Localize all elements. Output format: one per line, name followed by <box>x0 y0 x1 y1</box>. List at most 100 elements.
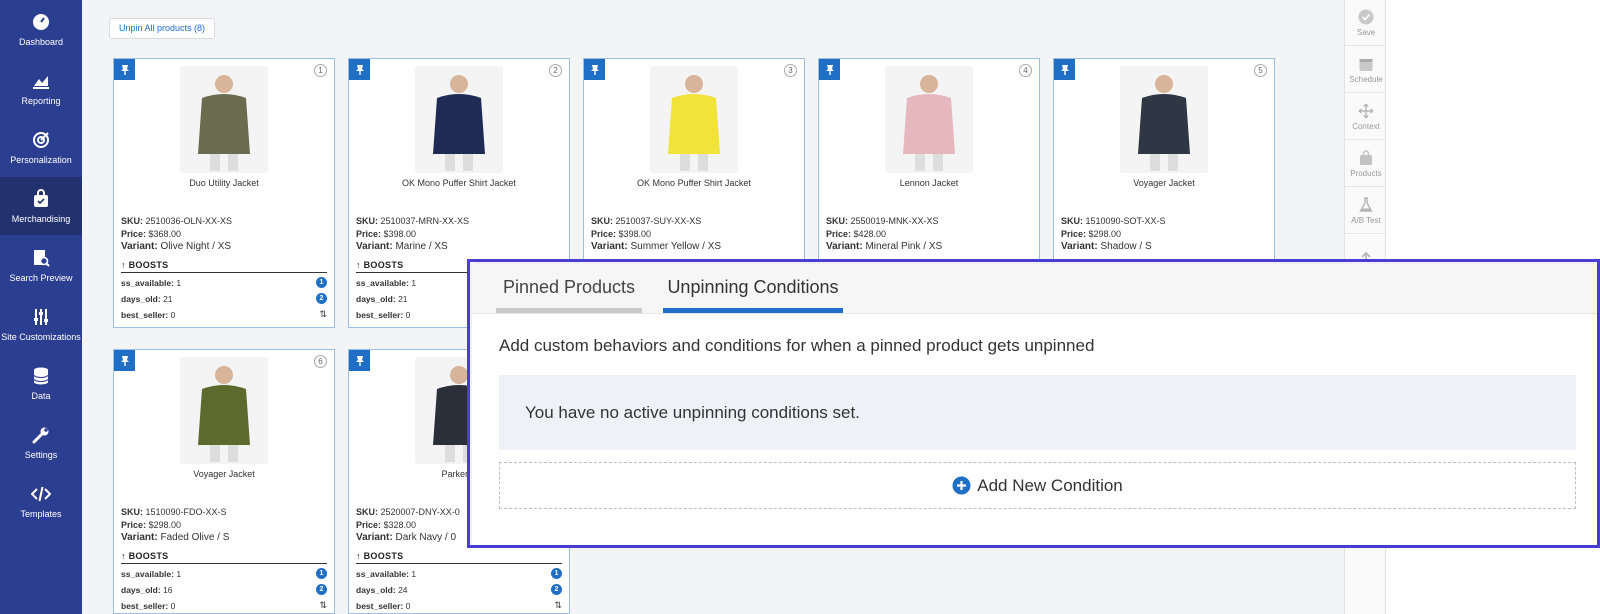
sidebar-item-label: Dashboard <box>18 36 64 47</box>
ab-test-button[interactable]: A/B Test <box>1345 188 1387 234</box>
product-price: Price: $428.00 <box>826 229 886 239</box>
sidebar: Dashboard Reporting Personalization Merc… <box>0 0 82 614</box>
rank-number: 1 <box>314 64 327 77</box>
boost-badge[interactable]: 2 <box>551 584 562 595</box>
sidebar-item-dashboard[interactable]: Dashboard <box>0 0 82 58</box>
pin-icon <box>825 65 834 75</box>
unpin-all-button[interactable]: Unpin All products (8) <box>109 18 216 39</box>
rank-number: 2 <box>549 64 562 77</box>
sort-icon[interactable]: ⇅ <box>319 309 327 320</box>
variant-value: Mineral Pink / XS <box>865 241 943 252</box>
sidebar-item-label: Reporting <box>21 95 61 106</box>
best-seller-label: best_seller: <box>121 600 169 611</box>
price-value: $398.00 <box>383 229 417 239</box>
sidebar-item-settings[interactable]: Settings <box>0 413 82 471</box>
boost-row-days-old: days_old: 16 2 <box>121 584 327 595</box>
tab-unpinning-conditions[interactable]: Unpinning Conditions <box>663 264 843 313</box>
modal-tabs: Pinned Products Unpinning Conditions <box>472 264 1597 314</box>
schedule-button[interactable]: Schedule <box>1345 47 1387 93</box>
sort-icon[interactable]: ⇅ <box>554 600 562 611</box>
pin-button[interactable] <box>349 350 370 371</box>
variant-value: Shadow / S <box>1100 241 1152 252</box>
product-image <box>885 66 973 173</box>
check-circle-icon <box>1358 9 1374 24</box>
sidebar-item-templates[interactable]: Templates <box>0 472 82 530</box>
product-sku: SKU: 2550019-MNK-XX-XS <box>826 216 939 226</box>
boost-badge[interactable]: 2 <box>316 584 327 595</box>
best-seller-value: 0 <box>405 600 411 611</box>
sku-value: 2520007-DNY-XX-0 <box>380 507 460 517</box>
days-old-value: 24 <box>398 584 408 595</box>
pin-button[interactable] <box>819 59 840 80</box>
product-sku: SKU: 2510036-OLN-XX-XS <box>121 216 232 226</box>
context-button[interactable]: Context <box>1345 94 1387 140</box>
sort-icon[interactable]: ⇅ <box>319 600 327 611</box>
price-value: $368.00 <box>148 229 182 239</box>
sidebar-item-label: Merchandising <box>11 213 71 224</box>
product-image <box>1120 66 1208 173</box>
product-name: OK Mono Puffer Shirt Jacket <box>637 178 751 188</box>
sidebar-item-reporting[interactable]: Reporting <box>0 59 82 117</box>
ss-available-label: ss_available: <box>121 277 174 288</box>
add-new-condition-button[interactable]: Add New Condition <box>499 462 1576 509</box>
variant-value: Olive Night / XS <box>160 241 232 252</box>
sku-value: 2550019-MNK-XX-XS <box>850 216 939 226</box>
sidebar-item-search-preview[interactable]: Search Preview <box>0 236 82 294</box>
price-label: Price: <box>121 520 147 530</box>
variant-value: Summer Yellow / XS <box>630 241 722 252</box>
product-price: Price: $328.00 <box>356 520 416 530</box>
flask-icon <box>1359 196 1373 212</box>
boosts-label: BOOSTS <box>128 551 169 561</box>
variant-label: Variant: <box>356 241 393 252</box>
product-card[interactable]: 1 Duo Utility Jacket SKU: 2510036-OLN-XX-X… <box>113 58 335 328</box>
chart-icon <box>33 75 49 89</box>
boosts-label: BOOSTS <box>363 260 404 270</box>
rank-number: 3 <box>784 64 797 77</box>
pin-icon <box>1060 65 1069 75</box>
ss-available-value: 1 <box>176 568 182 579</box>
product-name: Lennon Jacket <box>899 178 959 188</box>
shopping-bag-icon <box>34 188 48 207</box>
pin-icon <box>120 65 129 75</box>
pin-button[interactable] <box>114 59 135 80</box>
boost-badge[interactable]: 1 <box>316 277 327 288</box>
ss-available-value: 1 <box>176 277 182 288</box>
products-button[interactable]: Products <box>1345 141 1387 187</box>
sidebar-item-label: Settings <box>24 449 58 460</box>
best-seller-value: 0 <box>170 600 176 611</box>
save-button[interactable]: Save <box>1345 0 1387 46</box>
product-image <box>650 66 738 173</box>
sidebar-item-data[interactable]: Data <box>0 354 82 412</box>
best-seller-value: 0 <box>405 309 411 320</box>
sidebar-item-personalization[interactable]: Personalization <box>0 118 82 176</box>
price-value: $398.00 <box>618 229 652 239</box>
boost-badge[interactable]: 1 <box>316 568 327 579</box>
boost-badge[interactable]: 1 <box>551 568 562 579</box>
sidebar-item-merchandising[interactable]: Merchandising <box>0 177 82 235</box>
sidebar-item-label: Templates <box>20 508 62 519</box>
unpinning-conditions-modal: Pinned Products Unpinning Conditions Add… <box>467 259 1600 548</box>
best-seller-label: best_seller: <box>121 309 169 320</box>
move-icon <box>1358 103 1374 118</box>
empty-state-box: You have no active unpinning conditions … <box>499 375 1576 450</box>
price-label: Price: <box>356 229 382 239</box>
sku-label: SKU: <box>1061 216 1083 226</box>
pin-button[interactable] <box>584 59 605 80</box>
rank-number: 5 <box>1254 64 1267 77</box>
variant-label: Variant: <box>591 241 628 252</box>
product-price: Price: $298.00 <box>121 520 181 530</box>
tab-pinned-products[interactable]: Pinned Products <box>496 264 642 313</box>
price-label: Price: <box>591 229 617 239</box>
pin-button[interactable] <box>114 350 135 371</box>
product-price: Price: $298.00 <box>1061 229 1121 239</box>
add-new-condition-label: Add New Condition <box>977 475 1123 495</box>
pin-button[interactable] <box>1054 59 1075 80</box>
product-variant: Variant: Summer Yellow / XS <box>591 241 721 252</box>
sidebar-item-site-customizations[interactable]: Site Customizations <box>0 295 82 353</box>
boost-row-ss-available: ss_available: 1 1 <box>121 568 327 579</box>
pin-button[interactable] <box>349 59 370 80</box>
sku-label: SKU: <box>591 216 613 226</box>
product-card[interactable]: 6 Voyager Jacket SKU: 1510090-FDO-XX-S Pric… <box>113 349 335 614</box>
boost-badge[interactable]: 2 <box>316 293 327 304</box>
product-variant: Variant: Mineral Pink / XS <box>826 241 942 252</box>
